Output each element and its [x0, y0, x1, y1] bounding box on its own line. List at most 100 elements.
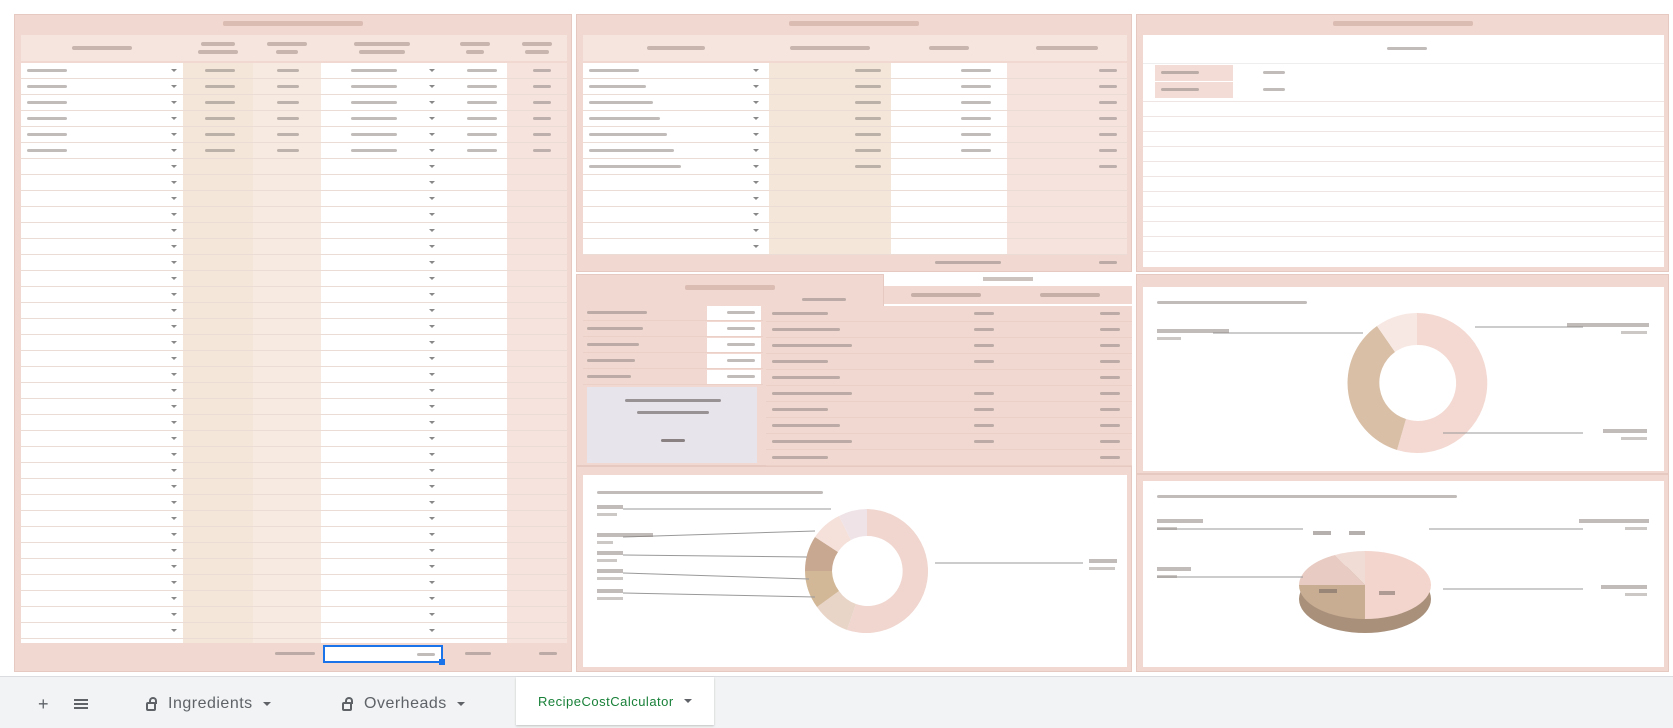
- recipe-unit-dropdown[interactable]: [429, 149, 435, 152]
- ingredient-dropdown[interactable]: [171, 293, 177, 296]
- ingredient-dropdown[interactable]: [171, 549, 177, 552]
- overhead-dropdown[interactable]: [753, 165, 759, 168]
- ingredient-dropdown[interactable]: [171, 565, 177, 568]
- ingredient-dropdown[interactable]: [171, 629, 177, 632]
- markup-labor-input[interactable]: [707, 306, 761, 320]
- recipe-unit-dropdown[interactable]: [429, 533, 435, 536]
- ingredient-dropdown[interactable]: [171, 421, 177, 424]
- overhead-dropdown[interactable]: [753, 197, 759, 200]
- ingredient-dropdown[interactable]: [171, 117, 177, 120]
- recipe-unit-dropdown[interactable]: [429, 581, 435, 584]
- add-sheet-button[interactable]: +: [38, 691, 49, 717]
- overhead-dropdown[interactable]: [753, 245, 759, 248]
- recipe-unit-dropdown[interactable]: [429, 453, 435, 456]
- markup-labor-input[interactable]: [707, 354, 761, 368]
- ingredient-dropdown[interactable]: [171, 597, 177, 600]
- markup-labor-input[interactable]: [707, 322, 761, 336]
- ingredient-dropdown[interactable]: [171, 501, 177, 504]
- ingredient-dropdown[interactable]: [171, 533, 177, 536]
- overhead-dropdown[interactable]: [753, 101, 759, 104]
- recipe-unit-dropdown[interactable]: [429, 421, 435, 424]
- ingredient-dropdown[interactable]: [171, 517, 177, 520]
- recipe-cost-markup-chart: [1143, 287, 1664, 471]
- recipe-unit-dropdown[interactable]: [429, 501, 435, 504]
- ingredient-dropdown[interactable]: [171, 469, 177, 472]
- recipe-unit-dropdown[interactable]: [429, 117, 435, 120]
- recipe-unit-dropdown[interactable]: [429, 389, 435, 392]
- recipe-unit-dropdown[interactable]: [429, 485, 435, 488]
- ingredient-dropdown[interactable]: [171, 453, 177, 456]
- ingredient-dropdown[interactable]: [171, 181, 177, 184]
- recipe-unit-dropdown[interactable]: [429, 277, 435, 280]
- header-overheads: [583, 35, 769, 61]
- recipe-unit-dropdown[interactable]: [429, 101, 435, 104]
- overhead-dropdown[interactable]: [753, 213, 759, 216]
- recipe-unit-dropdown[interactable]: [429, 197, 435, 200]
- recipe-unit-dropdown[interactable]: [429, 437, 435, 440]
- recipe-unit-dropdown[interactable]: [429, 517, 435, 520]
- ingredient-dropdown[interactable]: [171, 373, 177, 376]
- all-sheets-button[interactable]: [74, 691, 88, 717]
- recipe-unit-dropdown[interactable]: [429, 597, 435, 600]
- ingredient-dropdown[interactable]: [171, 389, 177, 392]
- ingredient-dropdown[interactable]: [171, 581, 177, 584]
- ingredient-dropdown[interactable]: [171, 405, 177, 408]
- recipe-unit-dropdown[interactable]: [429, 293, 435, 296]
- overhead-dropdown[interactable]: [753, 85, 759, 88]
- ingredient-dropdown[interactable]: [171, 229, 177, 232]
- recipe-unit-dropdown[interactable]: [429, 629, 435, 632]
- recipe-unit-dropdown[interactable]: [429, 357, 435, 360]
- recipe-unit-dropdown[interactable]: [429, 309, 435, 312]
- tab-overheads[interactable]: Overheads: [342, 691, 465, 717]
- markup-labor-input[interactable]: [707, 370, 761, 384]
- markup-labor-input[interactable]: [707, 338, 761, 352]
- ingredient-dropdown[interactable]: [171, 133, 177, 136]
- ingredient-dropdown[interactable]: [171, 485, 177, 488]
- ingredient-dropdown[interactable]: [171, 213, 177, 216]
- ingredient-dropdown[interactable]: [171, 85, 177, 88]
- recipe-unit-dropdown[interactable]: [429, 469, 435, 472]
- ingredient-dropdown[interactable]: [171, 613, 177, 616]
- one-serving-price-value: [661, 439, 685, 442]
- overhead-dropdown[interactable]: [753, 149, 759, 152]
- recipe-unit-dropdown[interactable]: [429, 245, 435, 248]
- recipe-unit-dropdown[interactable]: [429, 373, 435, 376]
- ingredient-dropdown[interactable]: [171, 245, 177, 248]
- ingredient-dropdown[interactable]: [171, 357, 177, 360]
- recipe-unit-dropdown[interactable]: [429, 133, 435, 136]
- recipe-unit-dropdown[interactable]: [429, 181, 435, 184]
- ingredient-dropdown[interactable]: [171, 309, 177, 312]
- recipe-unit-dropdown[interactable]: [429, 213, 435, 216]
- overhead-dropdown[interactable]: [753, 229, 759, 232]
- recipe-unit-dropdown[interactable]: [429, 165, 435, 168]
- recipe-unit-dropdown[interactable]: [429, 85, 435, 88]
- ingredient-dropdown[interactable]: [171, 325, 177, 328]
- tab-ingredients[interactable]: Ingredients: [146, 691, 271, 717]
- ingredient-dropdown[interactable]: [171, 165, 177, 168]
- ingredient-dropdown[interactable]: [171, 437, 177, 440]
- ingredient-dropdown[interactable]: [171, 261, 177, 264]
- overhead-dropdown[interactable]: [753, 133, 759, 136]
- ingredient-dropdown[interactable]: [171, 149, 177, 152]
- recipe-unit-dropdown[interactable]: [429, 69, 435, 72]
- ingredient-dropdown[interactable]: [171, 197, 177, 200]
- overhead-dropdown[interactable]: [753, 117, 759, 120]
- recipe-unit-dropdown[interactable]: [429, 613, 435, 616]
- ingredient-dropdown[interactable]: [171, 101, 177, 104]
- ingredient-dropdown[interactable]: [171, 69, 177, 72]
- description-line: [1143, 146, 1664, 147]
- ingredient-dropdown[interactable]: [171, 341, 177, 344]
- summary-row: [766, 322, 1132, 338]
- servings-input[interactable]: [323, 645, 445, 665]
- recipe-unit-dropdown[interactable]: [429, 229, 435, 232]
- recipe-unit-dropdown[interactable]: [429, 325, 435, 328]
- recipe-unit-dropdown[interactable]: [429, 261, 435, 264]
- recipe-unit-dropdown[interactable]: [429, 565, 435, 568]
- recipe-unit-dropdown[interactable]: [429, 405, 435, 408]
- recipe-unit-dropdown[interactable]: [429, 549, 435, 552]
- tab-recipecostcalculator[interactable]: RecipeCostCalculator: [516, 677, 714, 725]
- recipe-unit-dropdown[interactable]: [429, 341, 435, 344]
- overhead-dropdown[interactable]: [753, 69, 759, 72]
- overhead-dropdown[interactable]: [753, 181, 759, 184]
- ingredient-dropdown[interactable]: [171, 277, 177, 280]
